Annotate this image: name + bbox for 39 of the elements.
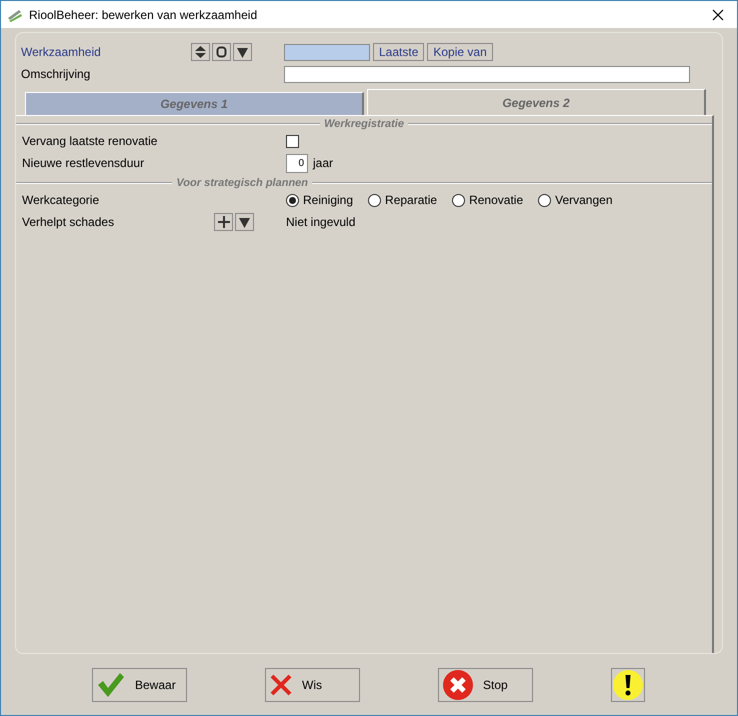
field-label: Werkcategorie [21,193,100,207]
field-label: Nieuwe restlevensduur [21,156,146,170]
cross-icon [270,674,292,696]
dropdown-icon[interactable] [235,213,254,231]
value-text: Niet ingevuld [285,215,356,229]
checkbox[interactable] [286,134,299,148]
checkmark-icon [97,672,125,698]
warning-button[interactable] [611,668,645,702]
radio-label: Renovatie [469,193,524,207]
radio-button[interactable] [538,194,552,206]
radio-button[interactable] [368,194,382,206]
input-field[interactable] [284,44,370,60]
radio-button[interactable] [452,194,466,206]
input-field[interactable] [284,66,690,82]
action-button[interactable]: Laatste [373,43,424,61]
app-icon [7,8,23,22]
radio-label: Reparatie [385,193,438,207]
warning-icon [613,670,643,700]
stop-icon [443,670,473,700]
number-field[interactable]: 0 [286,154,308,172]
add-icon[interactable] [214,213,233,231]
unit-label: jaar [313,156,334,170]
action-button[interactable]: Kopie van [427,43,493,61]
footer-button[interactable]: Bewaar [92,668,187,702]
field-label: Omschrijving [20,67,92,81]
radio-label: Vervangen [555,193,613,207]
section-title: Werkregistratie [324,118,404,130]
field-label: Vervang laatste renovatie [21,134,158,148]
radio-button[interactable] [286,194,299,206]
tab[interactable]: Gegevens 2 [367,89,706,115]
footer-button[interactable]: Stop [438,668,533,702]
window-title: RioolBeheer: bewerken van werkzaamheid [29,8,258,22]
radio-label: Reiniging [303,193,354,207]
spin-icon[interactable] [191,43,210,61]
field-label: Werkzaamheid [20,45,102,59]
dropdown-icon[interactable] [233,43,252,61]
footer-button[interactable]: Wis [265,668,360,702]
field-label: Verhelpt schades [21,215,116,229]
section-title: Voor strategisch plannen [176,177,308,189]
